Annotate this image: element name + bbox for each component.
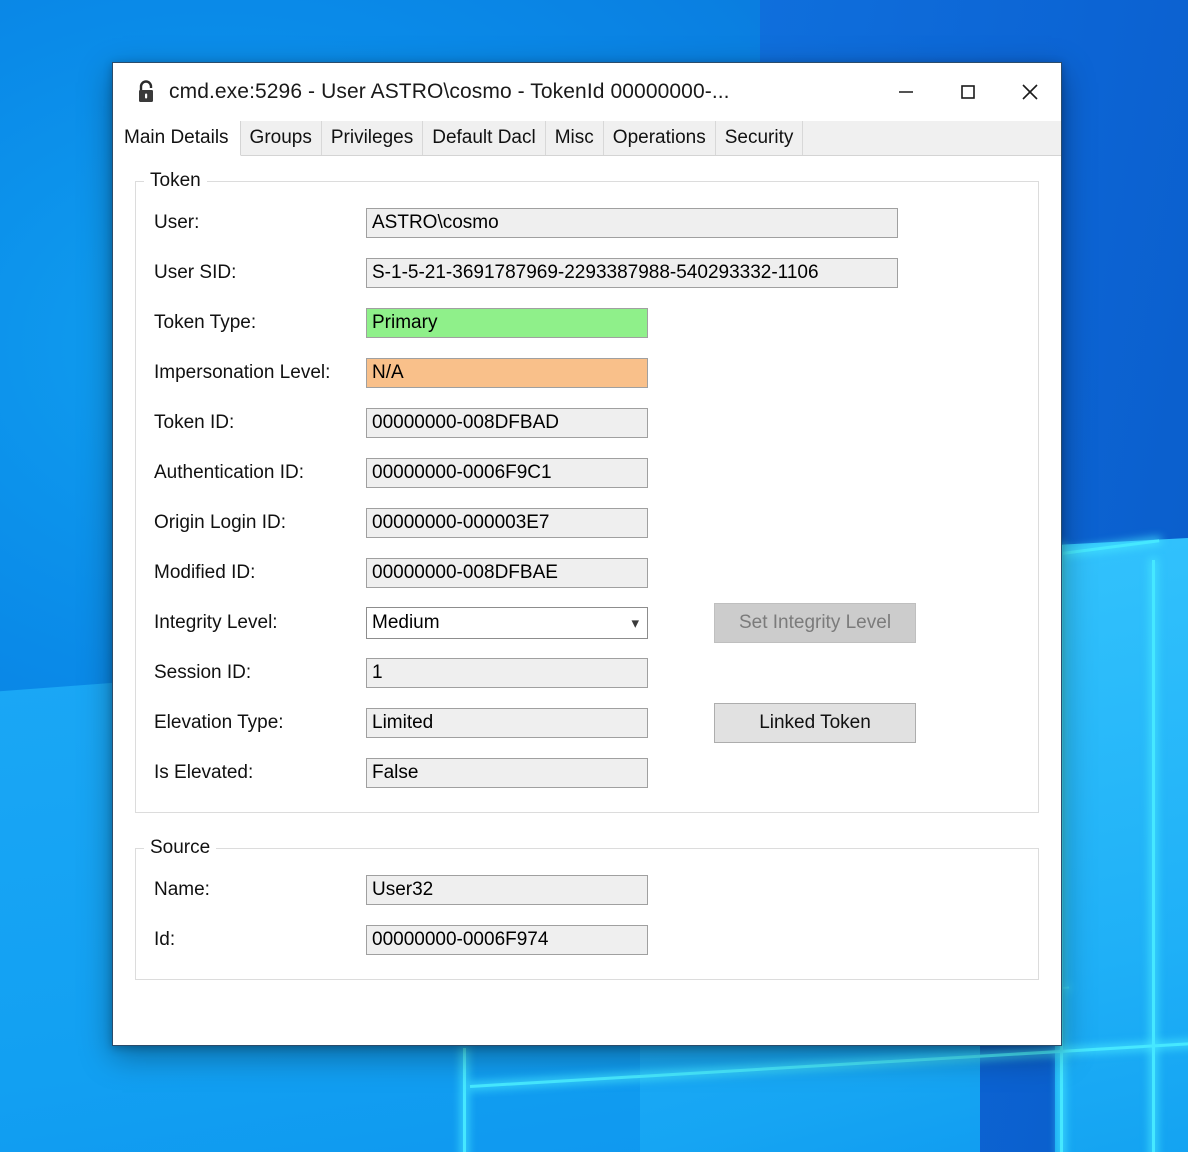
modified-id-label: Modified ID: (154, 562, 256, 583)
elevation-type-label: Elevation Type: (154, 712, 284, 733)
field-row-source-id: Id: 00000000-0006F974 (136, 915, 1038, 965)
field-row-impersonation-level: Impersonation Level: N/A (136, 348, 1038, 398)
tab-misc[interactable]: Misc (545, 121, 604, 155)
token-group: Token User: ASTRO\cosmo User SID: S-1-5-… (135, 170, 1039, 813)
tab-label: Default Dacl (432, 127, 536, 148)
origin-login-id-field[interactable]: 00000000-000003E7 (366, 508, 648, 538)
field-row-session-id: Session ID: 1 (136, 648, 1038, 698)
linked-token-button[interactable]: Linked Token (714, 703, 916, 743)
origin-login-id-label: Origin Login ID: (154, 512, 287, 533)
window-titlebar[interactable]: cmd.exe:5296 - User ASTRO\cosmo - TokenI… (113, 63, 1061, 121)
source-group-legend: Source (150, 837, 211, 858)
source-id-field[interactable]: 00000000-0006F974 (366, 925, 648, 955)
is-elevated-label: Is Elevated: (154, 762, 254, 783)
is-elevated-field[interactable]: False (366, 758, 648, 788)
token-id-label: Token ID: (154, 412, 235, 433)
window-title: cmd.exe:5296 - User ASTRO\cosmo - TokenI… (169, 80, 730, 103)
token-id-field[interactable]: 00000000-008DFBAD (366, 408, 648, 438)
wallpaper-glow-edge (463, 1048, 466, 1152)
padlock-icon (135, 80, 157, 104)
tab-privileges[interactable]: Privileges (321, 121, 424, 155)
session-id-field[interactable]: 1 (366, 658, 648, 688)
user-sid-field[interactable]: S-1-5-21-3691787969-2293387988-540293332… (366, 258, 898, 288)
tab-label: Groups (249, 127, 312, 148)
source-name-field[interactable]: User32 (366, 875, 648, 905)
tab-groups[interactable]: Groups (240, 121, 322, 155)
tab-label: Misc (554, 127, 594, 148)
close-icon (1022, 84, 1038, 100)
elevation-type-field[interactable]: Limited (366, 708, 648, 738)
field-row-integrity-level: Integrity Level: Medium ▾ Set Integrity … (136, 598, 1038, 648)
user-field[interactable]: ASTRO\cosmo (366, 208, 898, 238)
linked-token-slot: Linked Token (714, 703, 916, 743)
field-row-source-name: Name: User32 (136, 865, 1038, 915)
token-viewer-window: cmd.exe:5296 - User ASTRO\cosmo - TokenI… (112, 62, 1062, 1046)
tab-default-dacl[interactable]: Default Dacl (423, 121, 546, 155)
source-group: Source Name: User32 Id: 00000000-0006F97… (135, 837, 1039, 980)
tab-strip-filler (803, 121, 1061, 155)
field-row-modified-id: Modified ID: 00000000-008DFBAE (136, 548, 1038, 598)
field-row-elevation-type: Elevation Type: Limited Linked Token (136, 698, 1038, 748)
modified-id-field[interactable]: 00000000-008DFBAE (366, 558, 648, 588)
field-row-authentication-id: Authentication ID: 00000000-0006F9C1 (136, 448, 1038, 498)
source-name-label: Name: (154, 879, 210, 900)
wallpaper-pane-upper-right (1055, 534, 1188, 1152)
tab-security[interactable]: Security (715, 121, 804, 155)
field-row-user-sid: User SID: S-1-5-21-3691787969-2293387988… (136, 248, 1038, 298)
tab-strip: Main Details Groups Privileges Default D… (113, 121, 1061, 156)
user-label: User: (154, 212, 200, 233)
token-group-legend: Token (150, 170, 201, 191)
set-integrity-level-button[interactable]: Set Integrity Level (714, 603, 916, 643)
tab-label: Operations (612, 127, 706, 148)
close-button[interactable] (999, 63, 1061, 121)
tab-label: Privileges (330, 127, 414, 148)
tab-label: Security (724, 127, 794, 148)
field-row-user: User: ASTRO\cosmo (136, 198, 1038, 248)
session-id-label: Session ID: (154, 662, 252, 683)
integrity-level-label: Integrity Level: (154, 612, 278, 633)
field-row-token-type: Token Type: Primary (136, 298, 1038, 348)
token-type-label: Token Type: (154, 312, 257, 333)
authentication-id-field[interactable]: 00000000-0006F9C1 (366, 458, 648, 488)
chevron-down-icon: ▾ (631, 614, 639, 632)
maximize-button[interactable] (937, 63, 999, 121)
field-row-token-id: Token ID: 00000000-008DFBAD (136, 398, 1038, 448)
field-row-is-elevated: Is Elevated: False (136, 748, 1038, 798)
source-id-label: Id: (154, 929, 176, 950)
authentication-id-label: Authentication ID: (154, 462, 304, 483)
integrity-level-value: Medium (372, 612, 440, 633)
main-details-panel: Token User: ASTRO\cosmo User SID: S-1-5-… (113, 156, 1061, 1045)
set-integrity-level-slot: Set Integrity Level (714, 603, 916, 643)
field-row-origin-login-id: Origin Login ID: 00000000-000003E7 (136, 498, 1038, 548)
tab-main-details[interactable]: Main Details (113, 121, 241, 156)
minimize-icon (899, 91, 913, 93)
wallpaper-glow-edge (1152, 560, 1155, 1152)
minimize-button[interactable] (875, 63, 937, 121)
integrity-level-select[interactable]: Medium ▾ (366, 607, 648, 639)
tab-operations[interactable]: Operations (603, 121, 716, 155)
tab-label: Main Details (124, 127, 229, 148)
user-sid-label: User SID: (154, 262, 237, 283)
token-type-field[interactable]: Primary (366, 308, 648, 338)
impersonation-level-field[interactable]: N/A (366, 358, 648, 388)
maximize-icon (961, 85, 975, 99)
impersonation-level-label: Impersonation Level: (154, 362, 331, 383)
